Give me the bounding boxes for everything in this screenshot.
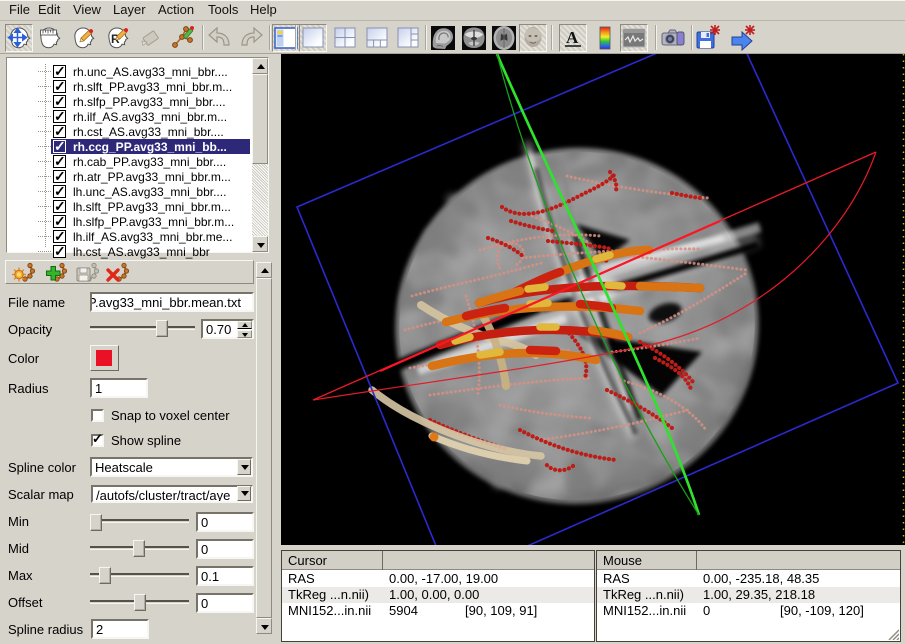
svg-text:A: A <box>566 28 579 47</box>
